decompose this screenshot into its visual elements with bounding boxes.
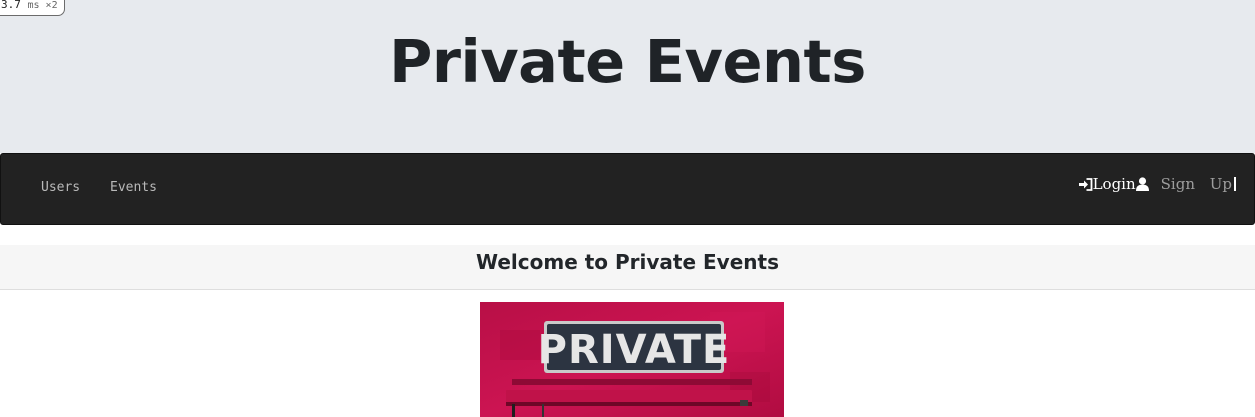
login-link[interactable]: Login [1078, 174, 1136, 194]
text-cursor [1234, 177, 1236, 191]
performance-badge: 3.7 ms ×2 [0, 0, 65, 16]
sign-text: PRIVATE [538, 327, 731, 373]
nav-link-events[interactable]: Events [110, 179, 157, 197]
user-icon [1135, 177, 1149, 191]
hero-header: Private Events [0, 0, 1255, 153]
login-label: Login [1092, 175, 1136, 193]
nav-link-users[interactable]: Users [41, 179, 80, 197]
nav-auth-links: Login Sign Up [1078, 174, 1236, 194]
private-sign-image: PRIVATE [480, 302, 784, 417]
signup-link[interactable]: Sign Up [1135, 174, 1232, 194]
navbar: Users Events Login Sign Up [0, 153, 1255, 225]
sign-in-icon [1078, 177, 1093, 191]
performance-unit: ms ×2 [27, 0, 58, 11]
page-title: Private Events [389, 27, 866, 96]
performance-value: 3.7 [1, 0, 21, 11]
welcome-banner: Welcome to Private Events [0, 245, 1255, 290]
signup-label: Sign Up [1160, 175, 1232, 193]
welcome-title: Welcome to Private Events [476, 250, 779, 274]
